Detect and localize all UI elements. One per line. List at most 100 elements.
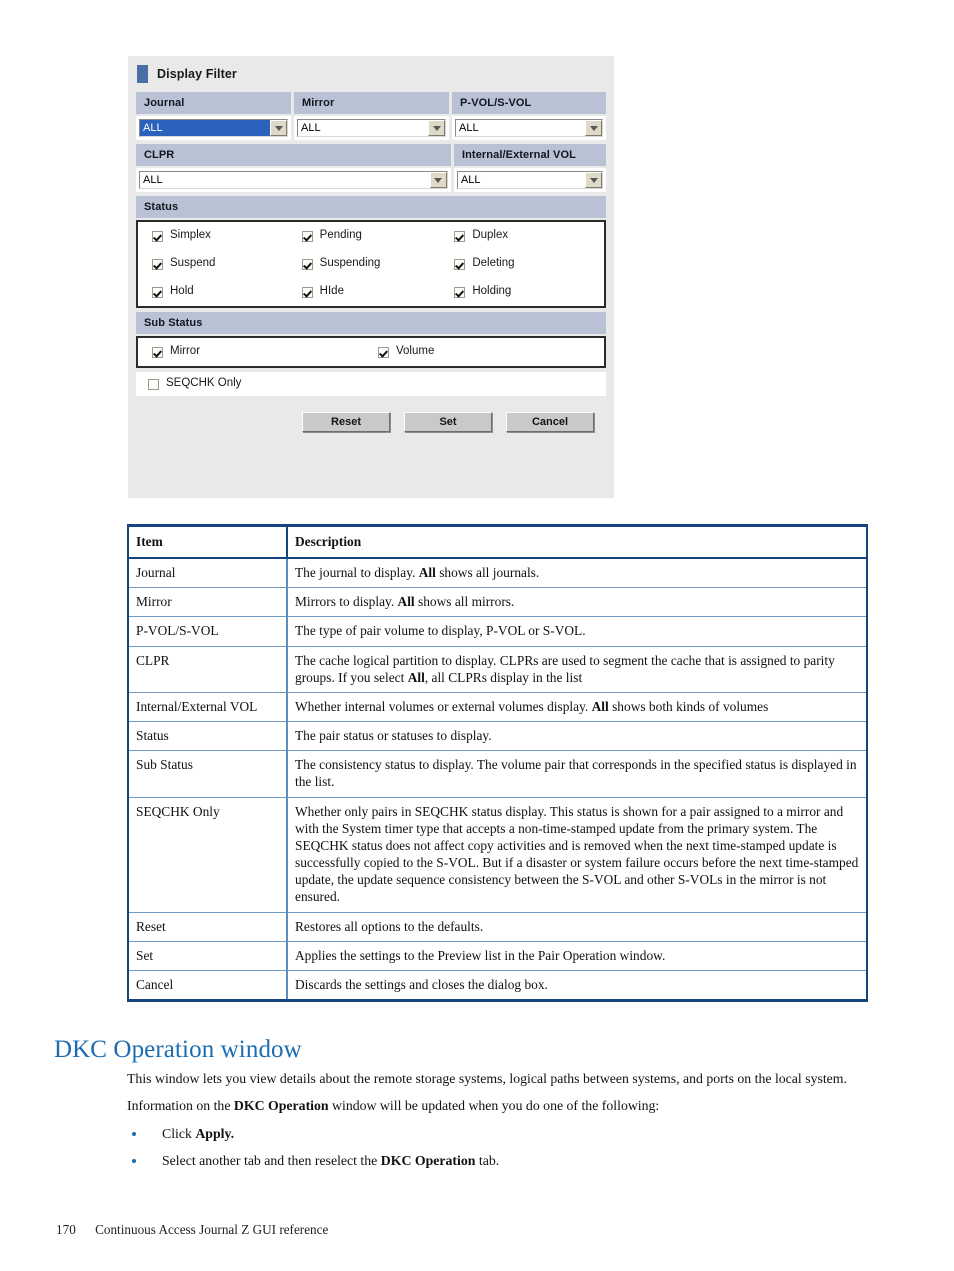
checkbox-label: Suspending bbox=[319, 257, 381, 270]
section-body: This window lets you view details about … bbox=[127, 1070, 869, 1179]
mirror-select-value: ALL bbox=[301, 121, 321, 134]
band-internal-external-vol: Internal/External VOL bbox=[453, 144, 606, 166]
table-cell-description: Applies the settings to the Preview list… bbox=[286, 940, 868, 971]
cancel-button[interactable]: Cancel bbox=[506, 412, 594, 432]
table-cell-description: Restores all options to the defaults. bbox=[286, 911, 868, 942]
table-cell-description: The pair status or statuses to display. bbox=[286, 721, 868, 752]
filter-band-row-2: CLPR Internal/External VOL bbox=[136, 144, 606, 166]
status-checkbox-row: Simplex Pending Duplex bbox=[138, 222, 604, 250]
chevron-down-icon[interactable] bbox=[270, 120, 287, 136]
status-checkbox-row: Hold HIde Holding bbox=[138, 278, 604, 306]
table-row: Set Applies the settings to the Preview l… bbox=[127, 940, 868, 971]
table-cell-description: The cache logical partition to display. … bbox=[286, 645, 868, 693]
table-cell-description: Whether internal volumes or external vol… bbox=[286, 691, 868, 723]
checkbox-label: Duplex bbox=[472, 229, 509, 242]
sub-status-checkbox-group: Mirror Volume bbox=[136, 336, 606, 368]
status-band-row: Status bbox=[136, 196, 606, 218]
checkbox-icon[interactable] bbox=[148, 378, 159, 390]
checkbox-hold[interactable]: Hold bbox=[152, 286, 302, 298]
band-journal: Journal bbox=[136, 92, 291, 114]
page-title: DKC Operation window bbox=[54, 1036, 302, 1063]
checkbox-suspending[interactable]: Suspending bbox=[301, 257, 455, 270]
band-mirror: Mirror bbox=[294, 92, 449, 114]
checkbox-label: Hold bbox=[170, 285, 194, 298]
checkbox-simplex[interactable]: Simplex bbox=[152, 230, 302, 242]
journal-field-well: ALL bbox=[136, 116, 291, 140]
table-cell-description: The journal to display. All shows all jo… bbox=[286, 557, 868, 589]
band-pvol-svol: P-VOL/S-VOL bbox=[452, 92, 607, 114]
status-checkbox-row: Suspend Suspending Deleting bbox=[138, 250, 604, 278]
checkbox-duplex[interactable]: Duplex bbox=[454, 230, 604, 242]
checkbox-suspend[interactable]: Suspend bbox=[152, 258, 302, 270]
internal-external-vol-field-well: ALL bbox=[453, 168, 606, 192]
list-item: Select another tab and then reselect the… bbox=[127, 1152, 869, 1170]
clpr-select[interactable]: ALL bbox=[139, 171, 448, 189]
set-button[interactable]: Set bbox=[404, 412, 492, 432]
internal-external-vol-select[interactable]: ALL bbox=[456, 171, 603, 189]
checkbox-icon[interactable] bbox=[152, 230, 163, 242]
table-cell-item: Status bbox=[127, 721, 288, 752]
dialog-title-bar: Display Filter bbox=[128, 56, 614, 92]
checkbox-holding[interactable]: Holding bbox=[454, 286, 604, 298]
reset-button[interactable]: Reset bbox=[302, 412, 390, 432]
table-row: CLPR The cache logical partition to displ… bbox=[127, 645, 868, 693]
checkbox-icon[interactable] bbox=[152, 258, 163, 270]
display-filter-reference-table: Item Description Journal The journal to d… bbox=[127, 524, 868, 1002]
checkbox-icon[interactable] bbox=[454, 286, 466, 298]
table-cell-item: Sub Status bbox=[127, 750, 288, 798]
band-clpr: CLPR bbox=[136, 144, 451, 166]
checkbox-label: Deleting bbox=[472, 257, 515, 270]
pvol-svol-select-value: ALL bbox=[459, 121, 479, 134]
table-row: P-VOL/S-VOL The type of pair volume to di… bbox=[127, 616, 868, 647]
pvol-svol-select[interactable]: ALL bbox=[455, 119, 604, 137]
checkbox-icon[interactable] bbox=[454, 258, 466, 270]
checkbox-icon[interactable] bbox=[301, 258, 313, 270]
dialog-button-row: Reset Set Cancel bbox=[136, 398, 606, 432]
chevron-down-icon[interactable] bbox=[429, 172, 447, 188]
table-row: Mirror Mirrors to display. All shows all … bbox=[127, 587, 868, 618]
checkbox-icon[interactable] bbox=[152, 346, 163, 358]
table-cell-item: SEQCHK Only bbox=[127, 796, 288, 913]
paragraph-intro: This window lets you view details about … bbox=[127, 1071, 847, 1086]
checkbox-icon[interactable] bbox=[301, 286, 313, 298]
filter-field-row-2: ALL ALL bbox=[136, 168, 606, 192]
table-cell-description: Discards the settings and closes the dia… bbox=[286, 969, 868, 1002]
checkbox-label: Volume bbox=[396, 345, 435, 358]
bullet-list: Click Apply. Select another tab and then … bbox=[127, 1125, 869, 1171]
table-row: Sub Status The consistency status to disp… bbox=[127, 750, 868, 798]
footer-page-number: 170 bbox=[56, 1222, 76, 1237]
seqchk-only-row[interactable]: SEQCHK Only bbox=[136, 372, 606, 396]
table-cell-item: Cancel bbox=[127, 969, 288, 1002]
checkbox-volume[interactable]: Volume bbox=[378, 346, 604, 358]
journal-select-value: ALL bbox=[140, 120, 270, 136]
table-row: SEQCHK Only Whether only pairs in SEQCHK … bbox=[127, 796, 868, 913]
journal-select[interactable]: ALL bbox=[139, 119, 288, 137]
checkbox-icon[interactable] bbox=[378, 346, 389, 358]
status-checkbox-group: Simplex Pending Duplex Suspend Suspendin… bbox=[136, 220, 606, 308]
checkbox-label: SEQCHK Only bbox=[166, 377, 242, 390]
checkbox-icon[interactable] bbox=[152, 286, 163, 298]
dialog-body: Journal Mirror P-VOL/S-VOL ALL ALL ALL C… bbox=[128, 92, 614, 432]
mirror-select[interactable]: ALL bbox=[297, 119, 446, 137]
table-cell-item: P-VOL/S-VOL bbox=[127, 616, 288, 647]
checkbox-icon[interactable] bbox=[301, 230, 313, 242]
checkbox-icon[interactable] bbox=[454, 230, 466, 242]
checkbox-mirror[interactable]: Mirror bbox=[152, 346, 378, 358]
chevron-down-icon[interactable] bbox=[428, 120, 445, 136]
band-status: Status bbox=[136, 196, 606, 218]
dialog-title: Display Filter bbox=[157, 67, 237, 81]
table-cell-description: The type of pair volume to display, P-VO… bbox=[286, 616, 868, 647]
checkbox-deleting[interactable]: Deleting bbox=[454, 258, 604, 270]
chevron-down-icon[interactable] bbox=[585, 120, 603, 136]
list-item: Click Apply. bbox=[127, 1125, 869, 1143]
table-cell-description: The consistency status to display. The v… bbox=[286, 750, 868, 798]
sub-status-checkbox-row: Mirror Volume bbox=[138, 338, 604, 366]
pvol-svol-field-well: ALL bbox=[452, 116, 607, 140]
table-cell-item: Journal bbox=[127, 557, 288, 589]
chevron-down-icon[interactable] bbox=[585, 172, 602, 188]
display-filter-dialog: Display Filter Journal Mirror P-VOL/S-VO… bbox=[128, 56, 614, 498]
checkbox-pending[interactable]: Pending bbox=[301, 230, 455, 242]
checkbox-hide[interactable]: HIde bbox=[301, 286, 455, 298]
band-sub-status: Sub Status bbox=[136, 312, 606, 334]
table-row: Journal The journal to display. All shows… bbox=[127, 557, 868, 589]
